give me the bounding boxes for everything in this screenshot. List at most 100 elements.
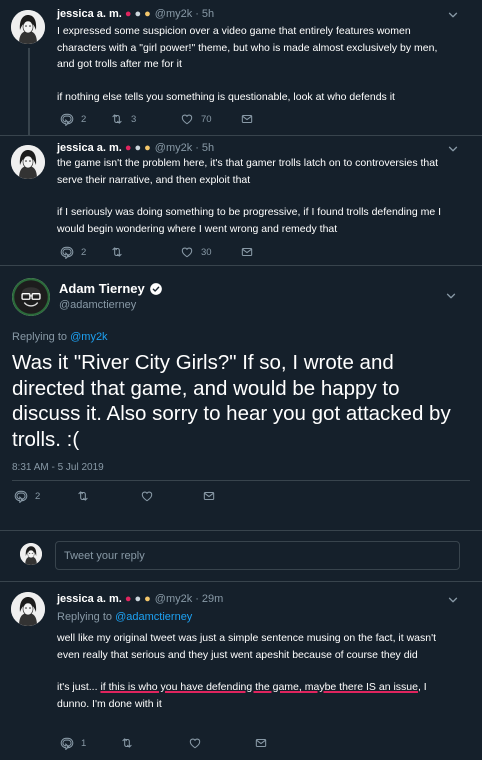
display-name[interactable]: Adam Tierney <box>59 281 145 296</box>
reply-button[interactable]: 2 <box>60 245 110 259</box>
like-button[interactable] <box>188 736 254 750</box>
retweet-icon <box>110 112 124 126</box>
divider <box>0 135 482 136</box>
message-icon <box>240 245 254 259</box>
my-avatar[interactable] <box>20 543 42 565</box>
main-display-name-row: Adam Tierney <box>59 281 163 296</box>
tweet-paragraph: well like my original tweet was just a s… <box>57 632 437 661</box>
verified-badge-icon <box>149 282 162 295</box>
retweet-count: 3 <box>131 113 137 125</box>
retweet-icon <box>120 736 134 750</box>
timestamp[interactable]: 29m <box>202 593 223 605</box>
username[interactable]: @adamctierney <box>59 299 136 311</box>
reply-count: 1 <box>81 737 87 749</box>
tweet-3[interactable]: jessica a. m. ● ● ● @my2k · 29m Replying… <box>0 582 482 760</box>
crab-emoji-icon: ● <box>124 8 132 20</box>
replying-to-handle[interactable]: @my2k <box>70 331 107 343</box>
like-button[interactable]: 70 <box>180 112 240 126</box>
retweet-icon <box>110 245 124 259</box>
reply-input[interactable]: Tweet your reply <box>55 541 460 570</box>
chevron-down-icon[interactable] <box>444 289 458 303</box>
bread-emoji-icon: ● <box>144 593 151 605</box>
display-name[interactable]: jessica a. m. <box>57 8 122 20</box>
replying-to-handle[interactable]: @adamctierney <box>115 611 192 623</box>
thread-line <box>28 48 30 135</box>
garlic-emoji-icon: ● <box>134 8 142 20</box>
bread-emoji-icon: ● <box>144 142 151 154</box>
tweet-text: the game isn't the problem here, it's th… <box>57 155 457 237</box>
reply-icon <box>60 736 74 750</box>
message-icon <box>240 112 254 126</box>
username[interactable]: @my2k <box>155 8 192 20</box>
reply-button[interactable]: 1 <box>60 736 120 750</box>
message-icon <box>202 489 216 503</box>
separator-dot: · <box>195 593 199 605</box>
avatar[interactable] <box>11 10 45 44</box>
display-name[interactable]: jessica a. m. <box>57 593 122 605</box>
retweet-button[interactable] <box>76 489 140 503</box>
chevron-down-icon[interactable] <box>446 8 460 22</box>
divider <box>0 265 482 266</box>
timestamp[interactable]: 5h <box>202 8 214 20</box>
avatar[interactable] <box>11 592 45 626</box>
display-name[interactable]: jessica a. m. <box>57 142 122 154</box>
tweet-header: jessica a. m. ● ● ● @my2k · 5h <box>57 142 214 154</box>
main-tweet: Adam Tierney @adamctierney Replying to @… <box>0 265 482 530</box>
like-count: 70 <box>201 113 212 125</box>
reply-icon <box>14 489 28 503</box>
replying-to-label: Replying to <box>12 331 68 343</box>
replying-to: Replying to @adamctierney <box>57 611 192 623</box>
tweet-paragraph: if I seriously was doing something to be… <box>57 206 442 235</box>
tweet-timestamp[interactable]: 8:31 AM - 5 Jul 2019 <box>12 462 104 473</box>
direct-message-button[interactable] <box>254 736 268 750</box>
underlined-text: if this is who you have defending the ga… <box>100 681 418 693</box>
username[interactable]: @my2k <box>155 142 192 154</box>
tweet-actions: 2 <box>14 488 216 504</box>
heart-icon <box>180 112 194 126</box>
tweet-paragraph: I expressed some suspicion over a video … <box>57 25 438 70</box>
tweet-paragraph: if nothing else tells you something is q… <box>57 90 395 103</box>
tweet-header: jessica a. m. ● ● ● @my2k · 29m <box>57 593 223 605</box>
tweet-text: well like my original tweet was just a s… <box>57 630 457 712</box>
direct-message-button[interactable] <box>240 112 254 126</box>
separator-dot: · <box>195 142 199 154</box>
tweet-actions: 1 <box>60 735 268 751</box>
reply-button[interactable]: 2 <box>60 112 110 126</box>
like-count: 30 <box>201 246 212 258</box>
tweet-1[interactable]: jessica a. m. ● ● ● @my2k · 5h I express… <box>0 0 482 135</box>
tweet-header: jessica a. m. ● ● ● @my2k · 5h <box>57 8 214 20</box>
tweet-paragraph: it's just... if this is who you have def… <box>57 679 457 712</box>
reply-count: 2 <box>81 246 87 258</box>
tweet-actions: 2 3 70 <box>60 111 254 127</box>
like-button[interactable]: 30 <box>180 245 240 259</box>
garlic-emoji-icon: ● <box>134 593 142 605</box>
replying-to: Replying to @my2k <box>12 331 108 343</box>
reply-button[interactable]: 2 <box>14 489 76 503</box>
reply-count: 2 <box>81 113 87 125</box>
retweet-button[interactable] <box>120 736 188 750</box>
heart-icon <box>140 489 154 503</box>
username[interactable]: @my2k <box>155 593 192 605</box>
chevron-down-icon[interactable] <box>446 142 460 156</box>
retweet-button[interactable] <box>110 245 180 259</box>
avatar[interactable] <box>11 145 45 179</box>
tweet-text: I expressed some suspicion over a video … <box>57 23 457 105</box>
heart-icon <box>188 736 202 750</box>
heart-icon <box>180 245 194 259</box>
replying-to-label: Replying to <box>57 611 113 623</box>
direct-message-button[interactable] <box>240 245 254 259</box>
reply-icon <box>60 245 74 259</box>
like-button[interactable] <box>140 489 202 503</box>
chevron-down-icon[interactable] <box>446 593 460 607</box>
garlic-emoji-icon: ● <box>134 142 142 154</box>
tweet-2[interactable]: jessica a. m. ● ● ● @my2k · 5h the game … <box>0 135 482 265</box>
main-tweet-text: Was it "River City Girls?" If so, I wrot… <box>12 351 451 451</box>
timestamp[interactable]: 5h <box>202 142 214 154</box>
crab-emoji-icon: ● <box>124 593 132 605</box>
direct-message-button[interactable] <box>202 489 216 503</box>
retweet-button[interactable]: 3 <box>110 112 180 126</box>
reply-placeholder: Tweet your reply <box>64 549 145 562</box>
divider <box>12 480 470 481</box>
bread-emoji-icon: ● <box>144 8 151 20</box>
avatar[interactable] <box>12 278 50 316</box>
